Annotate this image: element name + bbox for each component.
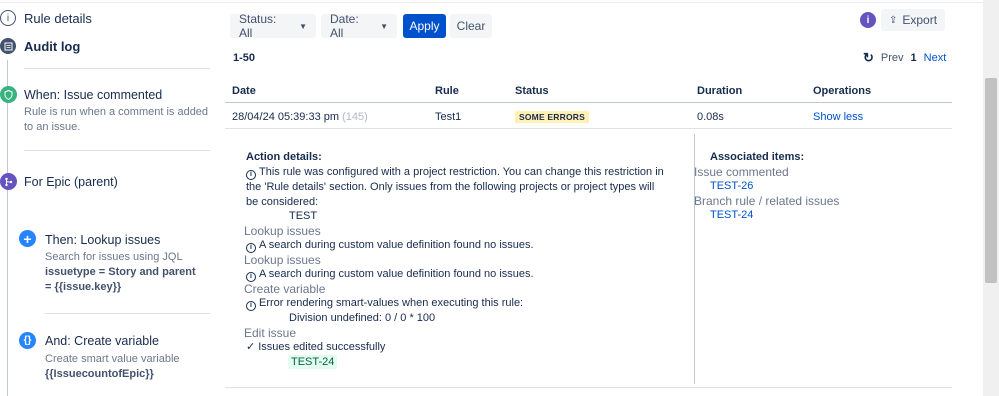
next-page-button[interactable]: Next <box>924 52 947 64</box>
row-duration: 0.08s <box>697 111 724 123</box>
issue-commented-label: Issue commented <box>694 165 789 179</box>
rule-flow-line <box>7 60 8 396</box>
nav-audit-log-label: Audit log <box>24 38 81 54</box>
row-date-count: (145) <box>342 111 368 123</box>
scrollbar-thumb[interactable] <box>985 78 997 283</box>
export-button[interactable]: ⇪ Export <box>881 9 945 31</box>
info-circle-icon: i <box>246 170 256 180</box>
details-bottom-border <box>225 387 952 388</box>
column-header-status: Status <box>515 85 549 97</box>
info-icon[interactable]: i <box>860 12 876 28</box>
create-variable-error: i Error rendering smart-values when execu… <box>246 296 523 311</box>
date-filter[interactable]: Date: All ▼ <box>321 12 397 40</box>
variable-step-name: {{IssuecountofEpic}} <box>45 368 154 380</box>
nav-rule-details[interactable]: i Rule details <box>0 10 92 26</box>
column-header-date: Date <box>232 85 256 97</box>
lookup-issues-text: A search during custom value definition … <box>259 268 534 280</box>
status-lozenge: SOME ERRORS <box>515 111 589 123</box>
branch-icon[interactable] <box>0 173 17 190</box>
lookup-step-jql: issuetype = Story and parent = {{issue.k… <box>45 266 196 293</box>
info-circle-icon: i <box>246 272 256 282</box>
row-date: 28/04/24 05:39:33 pm (145) <box>232 111 368 123</box>
status-filter[interactable]: Status: All ▼ <box>230 12 316 40</box>
nav-audit-log[interactable]: Audit log <box>0 38 80 54</box>
sidebar-divider <box>24 68 210 69</box>
info-icon: i <box>0 10 16 26</box>
pagination: ↻ Prev 1 Next <box>863 50 946 66</box>
column-header-rule: Rule <box>435 85 459 97</box>
show-less-link[interactable]: Show less <box>813 111 863 123</box>
action-details-heading: Action details: <box>246 151 322 163</box>
trigger-shield-icon[interactable] <box>0 86 17 103</box>
checkmark-icon: ✓ <box>246 341 256 353</box>
clear-button[interactable]: Clear <box>450 14 492 38</box>
variable-step-title[interactable]: And: Create variable <box>45 334 159 348</box>
column-header-duration: Duration <box>697 85 743 97</box>
info-circle-icon: i <box>246 301 256 311</box>
info-circle-icon: i <box>246 243 256 253</box>
status-filter-label: Status: All <box>239 12 277 40</box>
current-page: 1 <box>910 52 917 64</box>
trigger-title[interactable]: When: Issue commented <box>24 88 162 102</box>
date-filter-label: Date: All <box>330 12 359 40</box>
apply-button[interactable]: Apply <box>403 14 446 38</box>
edited-issue-key[interactable]: TEST-24 <box>288 355 338 369</box>
chevron-down-icon: ▼ <box>299 21 307 31</box>
lookup-issues-text: A search during custom value definition … <box>259 239 534 251</box>
audit-log-icon <box>0 38 16 54</box>
edit-issue-message: ✓ Issues edited successfully <box>246 340 385 355</box>
restricted-project: TEST <box>289 210 318 222</box>
prev-page-button[interactable]: Prev <box>881 52 904 64</box>
execution-details: Action details: i This rule was configure… <box>225 129 952 388</box>
row-rule: Test1 <box>435 111 462 123</box>
branch-title[interactable]: For Epic (parent) <box>24 175 118 189</box>
edit-issue-text: Issues edited successfully <box>258 341 386 353</box>
refresh-icon[interactable]: ↻ <box>863 50 874 66</box>
lookup-issues-section: Lookup issues <box>244 253 321 267</box>
export-icon: ⇪ <box>888 14 898 26</box>
branch-related-link[interactable]: TEST-24 <box>710 209 753 221</box>
column-header-operations: Operations <box>813 85 872 97</box>
create-variable-section: Create variable <box>244 282 326 296</box>
variable-step-description: Create smart value variable <box>45 353 180 365</box>
audit-log-panel: Status: All ▼ Date: All ▼ Apply Clear i … <box>225 0 955 396</box>
create-variable-error-text: Error rendering smart-values when execut… <box>259 297 524 309</box>
issue-commented-link[interactable]: TEST-26 <box>710 180 753 192</box>
lookup-step-description: Search for issues using JQL <box>45 251 183 263</box>
lookup-issues-message: iA search during custom value definition… <box>246 238 534 253</box>
nav-rule-details-label: Rule details <box>24 10 92 26</box>
sidebar-divider <box>24 150 210 151</box>
add-action-icon[interactable]: + <box>19 230 36 247</box>
branch-related-label: Branch rule / related issues <box>694 194 840 208</box>
row-date-value: 28/04/24 05:39:33 pm <box>232 111 340 123</box>
lookup-issues-message: iA search during custom value definition… <box>246 267 534 282</box>
export-label: Export <box>902 13 938 27</box>
header-divider <box>225 102 952 103</box>
create-variable-error-detail: Division undefined: 0 / 0 * 100 <box>289 312 436 324</box>
variable-braces-icon[interactable]: {} <box>19 332 36 349</box>
sidebar-divider <box>45 313 210 314</box>
associated-items-heading: Associated items: <box>710 151 805 163</box>
trigger-description: Rule is run when a comment is added to a… <box>24 106 209 133</box>
result-range: 1-50 <box>233 52 256 64</box>
restriction-message: i This rule was configured with a project… <box>246 165 666 209</box>
rule-sidebar: i Rule details Audit log When: Issue com… <box>0 0 210 396</box>
lookup-issues-section: Lookup issues <box>244 224 321 238</box>
lookup-step-title[interactable]: Then: Lookup issues <box>45 233 160 247</box>
restriction-text: This rule was configured with a project … <box>246 166 664 208</box>
edit-issue-section: Edit issue <box>244 326 297 340</box>
chevron-down-icon: ▼ <box>380 21 388 31</box>
